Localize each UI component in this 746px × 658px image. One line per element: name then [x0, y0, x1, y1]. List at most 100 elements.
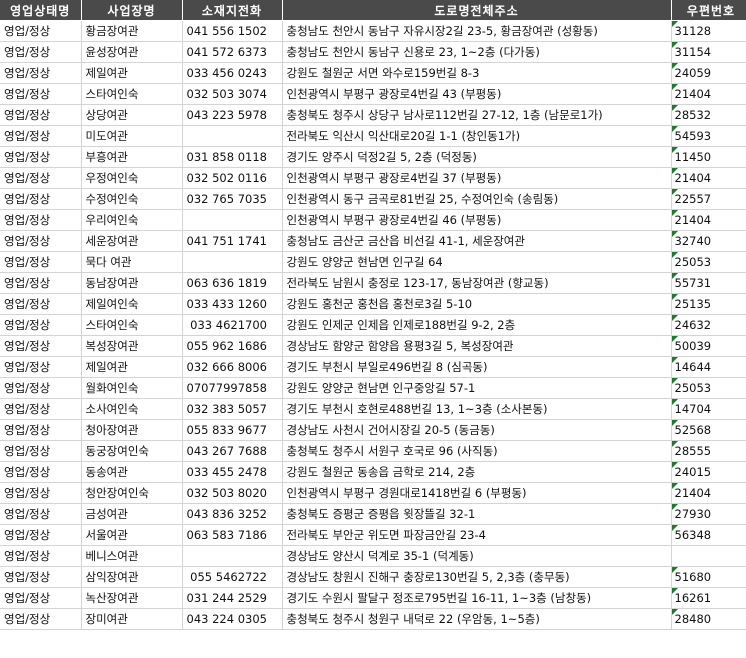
cell-name[interactable]: 장미여관	[81, 608, 183, 630]
table-row[interactable]: 영업/정상 동궁장여인숙 043 267 7688 충청북도 청주시 서원구 호국로 …	[0, 440, 746, 462]
cell-status[interactable]: 영업/정상	[0, 440, 82, 462]
table-row[interactable]: 영업/정상 동송여관 033 455 2478 강원도 철원군 동송읍 금학로 214…	[0, 461, 746, 483]
cell-name[interactable]: 동궁장여인숙	[81, 440, 183, 462]
cell-address[interactable]: 경기도 양주시 덕정2길 5, 2층 (덕정동)	[282, 146, 672, 168]
cell-status[interactable]: 영업/정상	[0, 398, 82, 420]
cell-name[interactable]: 미도여관	[81, 125, 183, 147]
cell-phone[interactable]: 041 556 1502	[182, 20, 283, 42]
cell-address[interactable]: 충청북도 증평군 증평읍 윗장뜰길 32-1	[282, 503, 672, 525]
cell-status[interactable]: 영업/정상	[0, 545, 82, 567]
cell-status[interactable]: 영업/정상	[0, 419, 82, 441]
cell-name[interactable]: 복성장여관	[81, 335, 183, 357]
cell-address[interactable]: 충청북도 청주시 상당구 남사로112번길 27-12, 1층 (남문로1가)	[282, 104, 672, 126]
cell-name[interactable]: 스타여인숙	[81, 314, 183, 336]
cell-phone[interactable]	[182, 209, 283, 231]
table-row[interactable]: 영업/정상 제일여인숙 033 433 1260 강원도 홍천군 홍천읍 홍천로3길 …	[0, 293, 746, 315]
table-row[interactable]: 영업/정상 스타여인숙 033 4621700 강원도 인제군 인제읍 인제로188…	[0, 314, 746, 336]
cell-phone[interactable]: 032 765 7035	[182, 188, 283, 210]
cell-phone[interactable]: 043 836 3252	[182, 503, 283, 525]
cell-phone[interactable]: 032 666 8006	[182, 356, 283, 378]
cell-phone[interactable]: 063 636 1819	[182, 272, 283, 294]
cell-address[interactable]: 전라북도 남원시 충정로 123-17, 동남장여관 (향교동)	[282, 272, 672, 294]
cell-name[interactable]: 녹산장여관	[81, 587, 183, 609]
cell-name[interactable]: 스타여인숙	[81, 83, 183, 105]
table-row[interactable]: 영업/정상 삼익장여관 055 5462722 경상남도 창원시 진해구 충장로13…	[0, 566, 746, 588]
cell-status[interactable]: 영업/정상	[0, 335, 82, 357]
cell-address[interactable]: 인천광역시 부평구 광장로4번길 43 (부평동)	[282, 83, 672, 105]
cell-status[interactable]: 영업/정상	[0, 188, 82, 210]
col-header-phone[interactable]: 소재지전화	[182, 0, 283, 21]
cell-zip[interactable]: 31154	[671, 41, 746, 63]
cell-status[interactable]: 영업/정상	[0, 566, 82, 588]
table-row[interactable]: 영업/정상 장미여관 043 224 0305 충청북도 청주시 청원구 내덕로 22…	[0, 608, 746, 630]
cell-name[interactable]: 금성여관	[81, 503, 183, 525]
cell-status[interactable]: 영업/정상	[0, 356, 82, 378]
table-row[interactable]: 영업/정상 윤성장여관 041 572 6373 충청남도 천안시 동남구 신용로 2…	[0, 41, 746, 63]
cell-zip[interactable]: 24632	[671, 314, 746, 336]
cell-phone[interactable]: 032 503 3074	[182, 83, 283, 105]
table-row[interactable]: 영업/정상 묵다 여관 강원도 양양군 현남면 인구길 64 25053	[0, 251, 746, 273]
col-header-address[interactable]: 도로명전체주소	[282, 0, 672, 21]
table-row[interactable]: 영업/정상 청아장여관 055 833 9677 경상남도 사천시 건어시장길 20-…	[0, 419, 746, 441]
cell-status[interactable]: 영업/정상	[0, 503, 82, 525]
cell-name[interactable]: 서울여관	[81, 524, 183, 546]
cell-zip[interactable]: 11450	[671, 146, 746, 168]
cell-address[interactable]: 충청남도 천안시 동남구 신용로 23, 1~2층 (다가동)	[282, 41, 672, 63]
table-row[interactable]: 영업/정상 월화여인숙 07077997858 강원도 양양군 현남면 인구중앙길 5…	[0, 377, 746, 399]
cell-phone[interactable]: 032 502 0116	[182, 167, 283, 189]
cell-phone[interactable]: 043 267 7688	[182, 440, 283, 462]
cell-address[interactable]: 강원도 철원군 서면 와수로159번길 8-3	[282, 62, 672, 84]
table-row[interactable]: 영업/정상 녹산장여관 031 244 2529 경기도 수원시 팔달구 정조로795…	[0, 587, 746, 609]
cell-name[interactable]: 제일여관	[81, 356, 183, 378]
cell-address[interactable]: 경상남도 양산시 덕계로 35-1 (덕계동)	[282, 545, 672, 567]
cell-status[interactable]: 영업/정상	[0, 608, 82, 630]
cell-phone[interactable]	[182, 251, 283, 273]
col-header-name[interactable]: 사업장명	[81, 0, 183, 21]
cell-name[interactable]: 월화여인숙	[81, 377, 183, 399]
cell-zip[interactable]: 21404	[671, 482, 746, 504]
cell-name[interactable]: 베니스여관	[81, 545, 183, 567]
cell-address[interactable]: 인천광역시 부평구 광장로4번길 37 (부평동)	[282, 167, 672, 189]
cell-address[interactable]: 인천광역시 동구 금곡로81번길 25, 수정여인숙 (송림동)	[282, 188, 672, 210]
cell-name[interactable]: 우리여인숙	[81, 209, 183, 231]
table-row[interactable]: 영업/정상 베니스여관 경상남도 양산시 덕계로 35-1 (덕계동)	[0, 545, 746, 567]
cell-address[interactable]: 경상남도 창원시 진해구 충장로130번길 5, 2,3층 (충무동)	[282, 566, 672, 588]
cell-status[interactable]: 영업/정상	[0, 272, 82, 294]
table-row[interactable]: 영업/정상 부흥여관 031 858 0118 경기도 양주시 덕정2길 5, 2층 …	[0, 146, 746, 168]
cell-zip[interactable]: 24059	[671, 62, 746, 84]
cell-status[interactable]: 영업/정상	[0, 62, 82, 84]
cell-name[interactable]: 묵다 여관	[81, 251, 183, 273]
cell-phone[interactable]: 043 224 0305	[182, 608, 283, 630]
cell-name[interactable]: 동남장여관	[81, 272, 183, 294]
cell-name[interactable]: 세운장여관	[81, 230, 183, 252]
cell-status[interactable]: 영업/정상	[0, 125, 82, 147]
cell-status[interactable]: 영업/정상	[0, 104, 82, 126]
col-header-status[interactable]: 영업상태명	[0, 0, 82, 21]
cell-name[interactable]: 수정여인숙	[81, 188, 183, 210]
table-row[interactable]: 영업/정상 미도여관 전라북도 익산시 익산대로20길 1-1 (창인동1가) 545…	[0, 125, 746, 147]
cell-name[interactable]: 부흥여관	[81, 146, 183, 168]
cell-address[interactable]: 경기도 부천시 부일로496번길 8 (심곡동)	[282, 356, 672, 378]
cell-address[interactable]: 강원도 홍천군 홍천읍 홍천로3길 5-10	[282, 293, 672, 315]
table-row[interactable]: 영업/정상 동남장여관 063 636 1819 전라북도 남원시 충정로 123-1…	[0, 272, 746, 294]
cell-phone[interactable]: 063 583 7186	[182, 524, 283, 546]
table-row[interactable]: 영업/정상 세운장여관 041 751 1741 충청남도 금산군 금산읍 비선길 4…	[0, 230, 746, 252]
cell-phone[interactable]: 055 833 9677	[182, 419, 283, 441]
table-row[interactable]: 영업/정상 청안장여인숙 032 503 8020 인천광역시 부평구 경원대로141…	[0, 482, 746, 504]
cell-phone[interactable]: 033 456 0243	[182, 62, 283, 84]
table-row[interactable]: 영업/정상 황금장여관 041 556 1502 충청남도 천안시 동남구 자유시장2…	[0, 20, 746, 42]
table-row[interactable]: 영업/정상 스타여인숙 032 503 3074 인천광역시 부평구 광장로4번길 4…	[0, 83, 746, 105]
table-row[interactable]: 영업/정상 우정여인숙 032 502 0116 인천광역시 부평구 광장로4번길 3…	[0, 167, 746, 189]
cell-status[interactable]: 영업/정상	[0, 482, 82, 504]
cell-phone[interactable]: 033 455 2478	[182, 461, 283, 483]
cell-status[interactable]: 영업/정상	[0, 146, 82, 168]
cell-name[interactable]: 황금장여관	[81, 20, 183, 42]
cell-phone[interactable]: 033 4621700	[182, 314, 283, 336]
col-header-zip[interactable]: 우편번호	[671, 0, 746, 21]
cell-name[interactable]: 청아장여관	[81, 419, 183, 441]
cell-name[interactable]: 제일여인숙	[81, 293, 183, 315]
cell-zip[interactable]: 28480	[671, 608, 746, 630]
cell-status[interactable]: 영업/정상	[0, 314, 82, 336]
cell-address[interactable]: 강원도 양양군 현남면 인구중앙길 57-1	[282, 377, 672, 399]
cell-address[interactable]: 강원도 양양군 현남면 인구길 64	[282, 251, 672, 273]
